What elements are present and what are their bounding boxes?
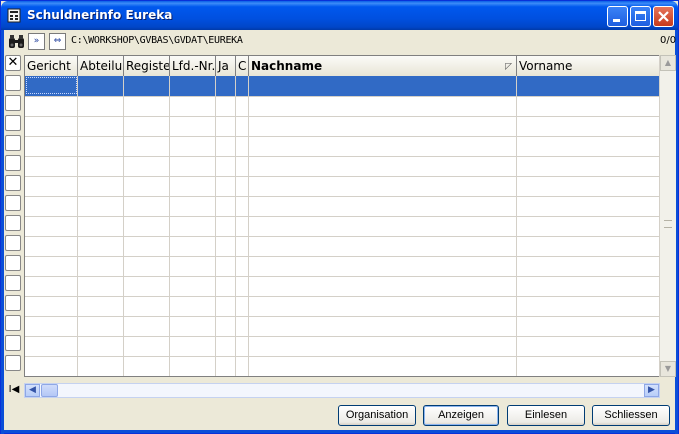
einlesen-button[interactable]: Einlesen — [507, 405, 585, 426]
grid-row-line — [25, 296, 659, 297]
scroll-right-icon[interactable]: ▶ — [644, 384, 659, 397]
window-frame-bottom — [1, 430, 678, 433]
vertical-scrollbar[interactable]: ▲ ▼ — [659, 55, 676, 377]
row-selector[interactable] — [5, 355, 21, 371]
close-icon — [658, 11, 669, 22]
data-grid[interactable]: Gericht Abteilung Registernummer Lfd.-Nr… — [24, 55, 660, 377]
grid-divider — [248, 76, 249, 376]
column-header-vorname[interactable]: Vorname — [517, 56, 659, 76]
grid-row-line — [25, 196, 659, 197]
title-bar[interactable]: Schuldnerinfo Eureka — [1, 1, 678, 30]
column-header-nachname[interactable]: Nachname ◸ — [249, 56, 517, 76]
grid-row-line — [25, 96, 659, 97]
row-selector[interactable] — [5, 175, 21, 191]
scroll-grip-icon — [664, 220, 672, 228]
data-path: C:\WORKSHOP\GVBAS\GVDAT\EUREKA — [71, 35, 243, 46]
maximize-icon — [635, 11, 646, 21]
delete-marker[interactable]: ✕ — [5, 55, 21, 71]
grid-row-line — [25, 176, 659, 177]
toolbar: » ⇔ C:\WORKSHOP\GVBAS\GVDAT\EUREKA 0/0 — [4, 31, 677, 53]
row-selector[interactable] — [5, 295, 21, 311]
grid-divider — [77, 76, 78, 376]
window-title: Schuldnerinfo Eureka — [27, 8, 173, 22]
grid-row-line — [25, 136, 659, 137]
window-frame-left — [1, 30, 4, 434]
grid-divider — [123, 76, 124, 376]
scroll-left-icon[interactable]: ◀ — [25, 384, 40, 397]
row-selector[interactable] — [5, 275, 21, 291]
row-selector[interactable] — [5, 215, 21, 231]
grid-row-line — [25, 236, 659, 237]
column-header-lfd-nr[interactable]: Lfd.-Nr. — [170, 56, 216, 76]
app-icon — [7, 8, 21, 23]
selected-row[interactable] — [25, 76, 659, 96]
row-selector[interactable] — [5, 255, 21, 271]
grid-row-line — [25, 256, 659, 257]
row-selector[interactable] — [5, 115, 21, 131]
column-header-c[interactable]: C — [236, 56, 249, 76]
close-button[interactable] — [653, 6, 674, 27]
horizontal-scroll-thumb[interactable] — [41, 384, 58, 397]
row-selector[interactable] — [5, 195, 21, 211]
swap-button[interactable]: ⇔ — [49, 33, 66, 50]
binoculars-icon[interactable] — [8, 34, 25, 49]
schliessen-button[interactable]: Schliessen — [592, 405, 670, 426]
grid-row-line — [25, 276, 659, 277]
column-header-nachname-label: Nachname — [251, 59, 323, 73]
row-selector[interactable] — [5, 95, 21, 111]
grid-row-line — [25, 216, 659, 217]
column-header-gericht[interactable]: Gericht — [25, 56, 78, 76]
anzeigen-button[interactable]: Anzeigen — [423, 405, 499, 426]
grid-row-line — [25, 116, 659, 117]
row-selector[interactable] — [5, 315, 21, 331]
row-selector-column: ✕ — [5, 55, 23, 375]
row-selector[interactable] — [5, 135, 21, 151]
minimize-icon — [613, 19, 620, 22]
grid-row-line — [25, 316, 659, 317]
row-selector[interactable] — [5, 75, 21, 91]
grid-row-line — [25, 356, 659, 357]
grid-divider — [235, 76, 236, 376]
column-header-register[interactable]: Registernummer — [124, 56, 170, 76]
grid-header: Gericht Abteilung Registernummer Lfd.-Nr… — [25, 56, 659, 77]
maximize-button[interactable] — [630, 6, 651, 27]
horizontal-scrollbar[interactable]: ◀ ▶ — [24, 383, 660, 398]
grid-row-line — [25, 376, 659, 377]
record-counter: 0/0 — [660, 35, 677, 46]
sort-indicator-icon: ◸ — [505, 62, 512, 72]
first-record-button[interactable]: I◀ — [7, 384, 21, 396]
grid-divider — [169, 76, 170, 376]
grid-divider — [516, 76, 517, 376]
column-header-abteilung[interactable]: Abteilung — [78, 56, 124, 76]
window: Schuldnerinfo Eureka » ⇔ C:\WORKSHOP\GVB… — [0, 0, 679, 434]
row-selector[interactable] — [5, 155, 21, 171]
row-selector[interactable] — [5, 235, 21, 251]
grid-row-line — [25, 336, 659, 337]
scroll-up-icon[interactable]: ▲ — [660, 55, 676, 71]
column-header-jahr[interactable]: Ja — [216, 56, 236, 76]
grid-row-line — [25, 156, 659, 157]
minimize-button[interactable] — [607, 6, 628, 27]
focus-cell[interactable] — [26, 77, 77, 94]
forward-button[interactable]: » — [28, 33, 45, 50]
scroll-down-icon[interactable]: ▼ — [660, 361, 676, 377]
organisation-button[interactable]: Organisation — [338, 405, 416, 426]
row-selector[interactable] — [5, 335, 21, 351]
grid-divider — [215, 76, 216, 376]
